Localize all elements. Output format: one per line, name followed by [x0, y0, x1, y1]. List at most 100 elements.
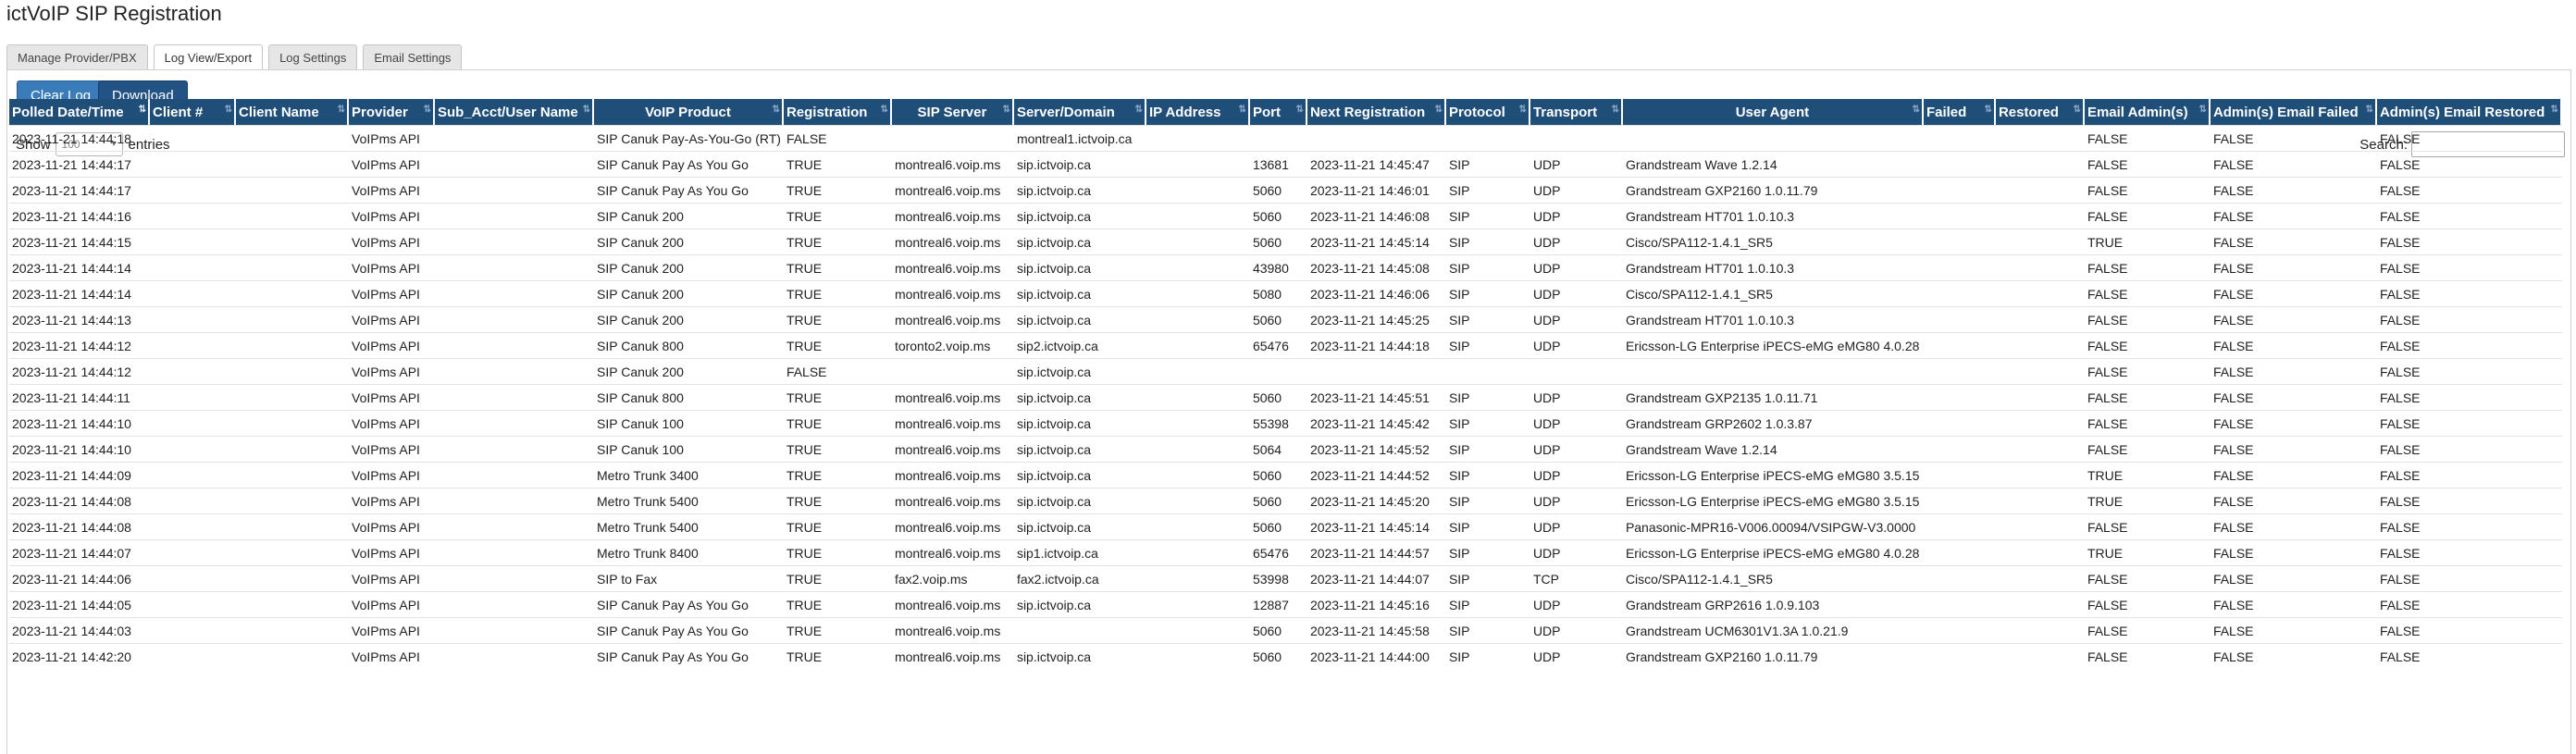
table-cell: 55398 — [1249, 410, 1307, 436]
table-cell: Cisco/SPA112-1.4.1_SR5 — [1622, 229, 1924, 254]
table-cell: SIP — [1445, 591, 1530, 617]
table-cell: TRUE — [2084, 488, 2211, 513]
table-cell: sip.ictvoip.ca — [1013, 513, 1146, 539]
table-cell: 2023-11-21 14:44:18 — [9, 125, 150, 151]
table-cell: SIP — [1445, 280, 1530, 306]
table-cell: SIP Canuk Pay As You Go — [594, 617, 784, 643]
col-header[interactable]: Registration ⇅ — [783, 99, 892, 125]
table-cell: FALSE — [2084, 125, 2211, 151]
table-cell: Metro Trunk 5400 — [594, 488, 784, 513]
col-header[interactable]: SIP Server ⇅ — [891, 99, 1014, 125]
table-cell: SIP Canuk Pay As You Go — [594, 643, 784, 669]
table-cell: TRUE — [783, 539, 892, 565]
table-cell — [1146, 462, 1250, 488]
table-cell — [435, 358, 594, 384]
table-cell: VoIPms API — [349, 565, 435, 591]
col-header[interactable]: Failed ⇅ — [1923, 99, 1996, 125]
table-cell: VoIPms API — [349, 177, 435, 203]
col-header[interactable]: Transport ⇅ — [1530, 99, 1623, 125]
table-cell — [1146, 229, 1250, 254]
col-header-label: Transport — [1532, 104, 1598, 120]
tab-log-settings[interactable]: Log Settings — [268, 44, 358, 70]
col-header[interactable]: Server/Domain ⇅ — [1013, 99, 1146, 125]
table-cell: SIP — [1445, 254, 1530, 280]
col-header[interactable]: Sub_Acct/User Name ⇅ — [435, 99, 594, 125]
tab-bar: Manage Provider/PBX Log View/Export Log … — [6, 44, 467, 71]
table-cell: FALSE — [2084, 410, 2211, 436]
table-cell: SIP Canuk 200 — [594, 254, 784, 280]
table-cell: 5060 — [1249, 513, 1307, 539]
table-cell: SIP Canuk 200 — [594, 203, 784, 229]
col-header[interactable]: Email Admin(s) ⇅ — [2084, 99, 2211, 125]
table-cell: VoIPms API — [349, 488, 435, 513]
col-header[interactable]: Client # ⇅ — [150, 99, 236, 125]
table-cell: montreal6.voip.ms — [891, 436, 1014, 462]
col-header-label: Polled Date/Time — [12, 104, 124, 120]
table-cell: 2023-11-21 14:45:20 — [1307, 488, 1446, 513]
table-cell: VoIPms API — [349, 591, 435, 617]
table-cell — [435, 306, 594, 332]
table-cell: FALSE — [2210, 177, 2377, 203]
table-cell — [1995, 462, 2085, 488]
table-cell: 2023-11-21 14:44:52 — [1307, 462, 1446, 488]
table-cell: FALSE — [2376, 591, 2562, 617]
table-row: 2023-11-21 14:44:10 VoIPms API SIP Canuk 1… — [9, 410, 2562, 436]
table-cell: sip.ictvoip.ca — [1013, 203, 1146, 229]
table-cell: Grandstream GXP2160 1.0.11.79 — [1622, 177, 1924, 203]
table-cell: SIP — [1445, 151, 1530, 177]
col-header[interactable]: Next Registration ⇅ — [1307, 99, 1446, 125]
tab-log-view-export[interactable]: Log View/Export — [153, 44, 264, 71]
sort-icon: ⇅ — [224, 105, 232, 115]
table-cell: Grandstream GXP2160 1.0.11.79 — [1622, 643, 1924, 669]
table-cell — [1146, 358, 1250, 384]
table-cell: FALSE — [2210, 254, 2377, 280]
table-cell — [236, 462, 349, 488]
table-cell: Ericsson-LG Enterprise iPECS-eMG eMG80 4… — [1622, 332, 1924, 358]
table-cell — [150, 306, 236, 332]
table-cell: 5060 — [1249, 462, 1307, 488]
table-cell — [1923, 177, 1996, 203]
col-header[interactable]: Admin(s) Email Failed ⇅ — [2210, 99, 2377, 125]
table-cell: UDP — [1530, 229, 1623, 254]
table-cell: TRUE — [783, 203, 892, 229]
sort-icon: ⇅ — [1434, 105, 1443, 115]
table-cell: montreal1.ictvoip.ca — [1013, 125, 1146, 151]
table-cell — [435, 462, 594, 488]
col-header[interactable]: Polled Date/Time ⇅ — [9, 99, 150, 125]
table-cell: SIP Canuk 100 — [594, 436, 784, 462]
tab-email-settings[interactable]: Email Settings — [363, 44, 463, 70]
table-cell — [1307, 125, 1446, 151]
sort-icon: ⇅ — [1518, 105, 1527, 115]
table-cell: FALSE — [2210, 332, 2377, 358]
col-header[interactable]: User Agent ⇅ — [1622, 99, 1924, 125]
col-header[interactable]: Provider ⇅ — [349, 99, 435, 125]
table-cell — [236, 177, 349, 203]
table-cell: SIP — [1445, 565, 1530, 591]
col-header[interactable]: Restored ⇅ — [1995, 99, 2085, 125]
col-header[interactable]: IP Address ⇅ — [1146, 99, 1250, 125]
sort-icon: ⇅ — [2198, 105, 2207, 115]
col-header-label: Sub_Acct/User Name — [438, 104, 578, 120]
table-cell — [1249, 125, 1307, 151]
table-cell: UDP — [1530, 306, 1623, 332]
col-header[interactable]: Client Name ⇅ — [236, 99, 349, 125]
col-header[interactable]: Admin(s) Email Restored ⇅ — [2376, 99, 2562, 125]
col-header-label: Email Admin(s) — [2087, 104, 2188, 120]
table-cell — [1923, 436, 1996, 462]
table-cell: SIP — [1445, 306, 1530, 332]
table-cell: 12887 — [1249, 591, 1307, 617]
sort-desc-icon: ⇅ — [138, 105, 146, 115]
tab-manage-provider[interactable]: Manage Provider/PBX — [6, 44, 148, 70]
table-cell: Ericsson-LG Enterprise iPECS-eMG eMG80 3… — [1622, 488, 1924, 513]
col-header[interactable]: Port ⇅ — [1249, 99, 1307, 125]
table-cell — [1622, 358, 1924, 384]
table-cell: FALSE — [2084, 591, 2211, 617]
table-cell — [1995, 254, 2085, 280]
table-cell — [150, 643, 236, 669]
table-cell: FALSE — [2376, 151, 2562, 177]
table-cell — [150, 462, 236, 488]
col-header[interactable]: Protocol ⇅ — [1445, 99, 1530, 125]
col-header[interactable]: VoIP Product ⇅ — [594, 99, 784, 125]
table-cell — [1622, 125, 1924, 151]
col-header-label: SIP Server — [917, 104, 987, 120]
